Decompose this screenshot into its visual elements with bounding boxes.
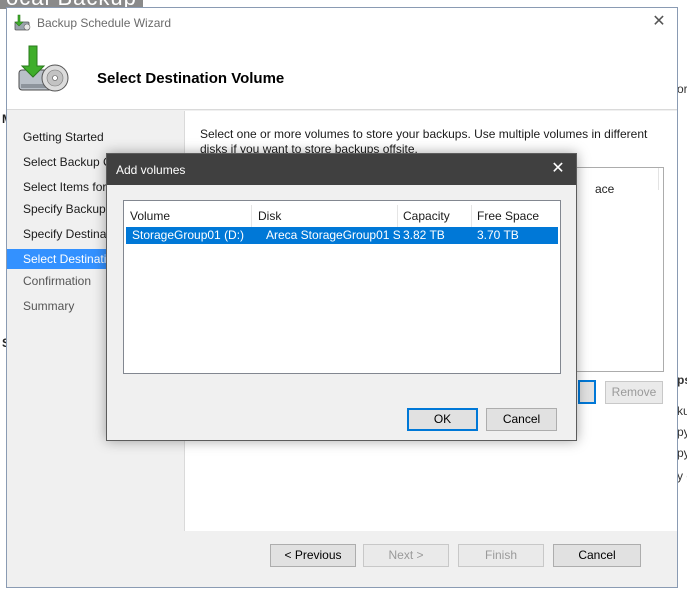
previous-button[interactable]: < Previous	[270, 544, 356, 567]
cell-capacity: 3.82 TB	[403, 228, 445, 242]
wizard-cancel-button[interactable]: Cancel	[553, 544, 641, 567]
dialog-cancel-button[interactable]: Cancel	[486, 408, 557, 431]
finish-button[interactable]: Finish	[458, 544, 544, 567]
close-icon: ✕	[551, 160, 565, 177]
column-header-capacity[interactable]: Capacity	[397, 205, 471, 227]
add-button[interactable]	[578, 380, 596, 404]
volumes-list[interactable]: Volume Disk Capacity Free Space StorageG…	[123, 200, 561, 374]
backup-app-icon	[14, 14, 31, 31]
background-right-fragment: py	[677, 446, 687, 460]
list-column-header: ace	[595, 182, 615, 196]
column-header-disk[interactable]: Disk	[252, 205, 398, 227]
ok-button[interactable]: OK	[407, 408, 478, 431]
background-right-fragment: or	[677, 82, 687, 96]
add-volumes-dialog: Add volumes ✕ Volume Disk Capacity Free …	[106, 153, 577, 441]
wizard-close-button[interactable]: ✕	[649, 12, 669, 32]
background-right-fragment: ps	[677, 373, 687, 387]
background-right-strip: or ps ku py py y c	[677, 0, 687, 596]
wizard-title: Backup Schedule Wizard	[37, 16, 172, 30]
close-icon: ✕	[652, 13, 666, 30]
column-header-free-space[interactable]: Free Space	[471, 205, 559, 227]
cell-free-space: 3.70 TB	[477, 228, 519, 242]
next-button[interactable]: Next >	[363, 544, 449, 567]
cell-disk: Areca StorageGroup01 S...	[266, 228, 400, 242]
table-row[interactable]: StorageGroup01 (D:) Areca StorageGroup01…	[126, 227, 558, 244]
remove-button[interactable]: Remove	[605, 381, 663, 404]
background-right-fragment: ku	[677, 404, 687, 418]
cell-volume: StorageGroup01 (D:)	[132, 228, 245, 242]
background-right-fragment: y c	[677, 469, 687, 483]
dialog-close-button[interactable]: ✕	[548, 159, 568, 179]
backup-disk-icon	[18, 45, 69, 92]
nav-step-getting-started[interactable]: Getting Started	[7, 127, 183, 147]
background-right-fragment: py	[677, 425, 687, 439]
wizard-header: Select Destination Volume	[7, 38, 677, 110]
column-header-volume[interactable]: Volume	[124, 205, 251, 227]
dialog-titlebar[interactable]: Add volumes ✕	[107, 154, 576, 185]
wizard-titlebar[interactable]: Backup Schedule Wizard ✕	[7, 8, 677, 38]
dialog-title: Add volumes	[116, 163, 186, 177]
page-title: Select Destination Volume	[97, 70, 285, 87]
column-divider	[658, 168, 659, 190]
